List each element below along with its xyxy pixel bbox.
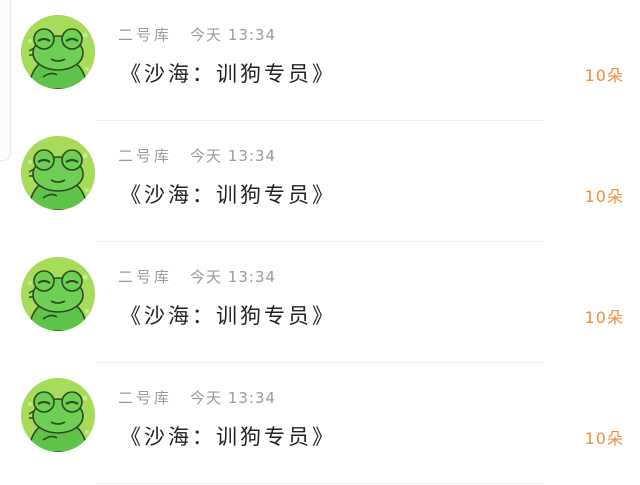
flower-count: 10朵 <box>584 308 624 327</box>
date-label: 今天 <box>190 389 223 407</box>
date-label: 今天 <box>190 268 223 286</box>
message-title[interactable]: 《沙海：训狗专员》 <box>120 421 336 451</box>
divider <box>95 483 545 484</box>
message-list: 二号库 今天 13:34 《沙海：训狗专员》 10朵 二号库 今天 13:34 … <box>0 0 640 484</box>
author-name: 二号库 <box>118 147 173 165</box>
timestamp: 今天 13:34 <box>190 268 276 286</box>
time-label: 13:34 <box>227 268 277 286</box>
time-label: 13:34 <box>227 26 277 44</box>
avatar[interactable] <box>21 378 95 452</box>
list-item[interactable]: 二号库 今天 13:34 《沙海：训狗专员》 10朵 <box>0 0 640 121</box>
frog-avatar-icon <box>21 378 95 452</box>
frog-avatar-icon <box>21 15 95 89</box>
message-meta: 二号库 今天 13:34 <box>118 24 276 45</box>
frog-avatar-icon <box>21 257 95 331</box>
flower-count: 10朵 <box>584 429 624 448</box>
message-meta: 二号库 今天 13:34 <box>118 387 276 408</box>
message-title[interactable]: 《沙海：训狗专员》 <box>120 300 336 330</box>
avatar[interactable] <box>21 136 95 210</box>
list-item[interactable]: 二号库 今天 13:34 《沙海：训狗专员》 10朵 <box>0 121 640 242</box>
avatar[interactable] <box>21 257 95 331</box>
message-meta: 二号库 今天 13:34 <box>118 266 276 287</box>
list-item[interactable]: 二号库 今天 13:34 《沙海：训狗专员》 10朵 <box>0 363 640 484</box>
timestamp: 今天 13:34 <box>190 147 276 165</box>
flower-count: 10朵 <box>584 187 624 206</box>
date-label: 今天 <box>190 147 223 165</box>
message-meta: 二号库 今天 13:34 <box>118 145 276 166</box>
frog-avatar-icon <box>21 136 95 210</box>
timestamp: 今天 13:34 <box>190 26 276 44</box>
message-title[interactable]: 《沙海：训狗专员》 <box>120 58 336 88</box>
date-label: 今天 <box>190 26 223 44</box>
author-name: 二号库 <box>118 268 173 286</box>
author-name: 二号库 <box>118 26 173 44</box>
time-label: 13:34 <box>227 389 277 407</box>
author-name: 二号库 <box>118 389 173 407</box>
time-label: 13:34 <box>227 147 277 165</box>
timestamp: 今天 13:34 <box>190 389 276 407</box>
avatar[interactable] <box>21 15 95 89</box>
list-item[interactable]: 二号库 今天 13:34 《沙海：训狗专员》 10朵 <box>0 242 640 363</box>
flower-count: 10朵 <box>584 66 624 85</box>
message-title[interactable]: 《沙海：训狗专员》 <box>120 179 336 209</box>
